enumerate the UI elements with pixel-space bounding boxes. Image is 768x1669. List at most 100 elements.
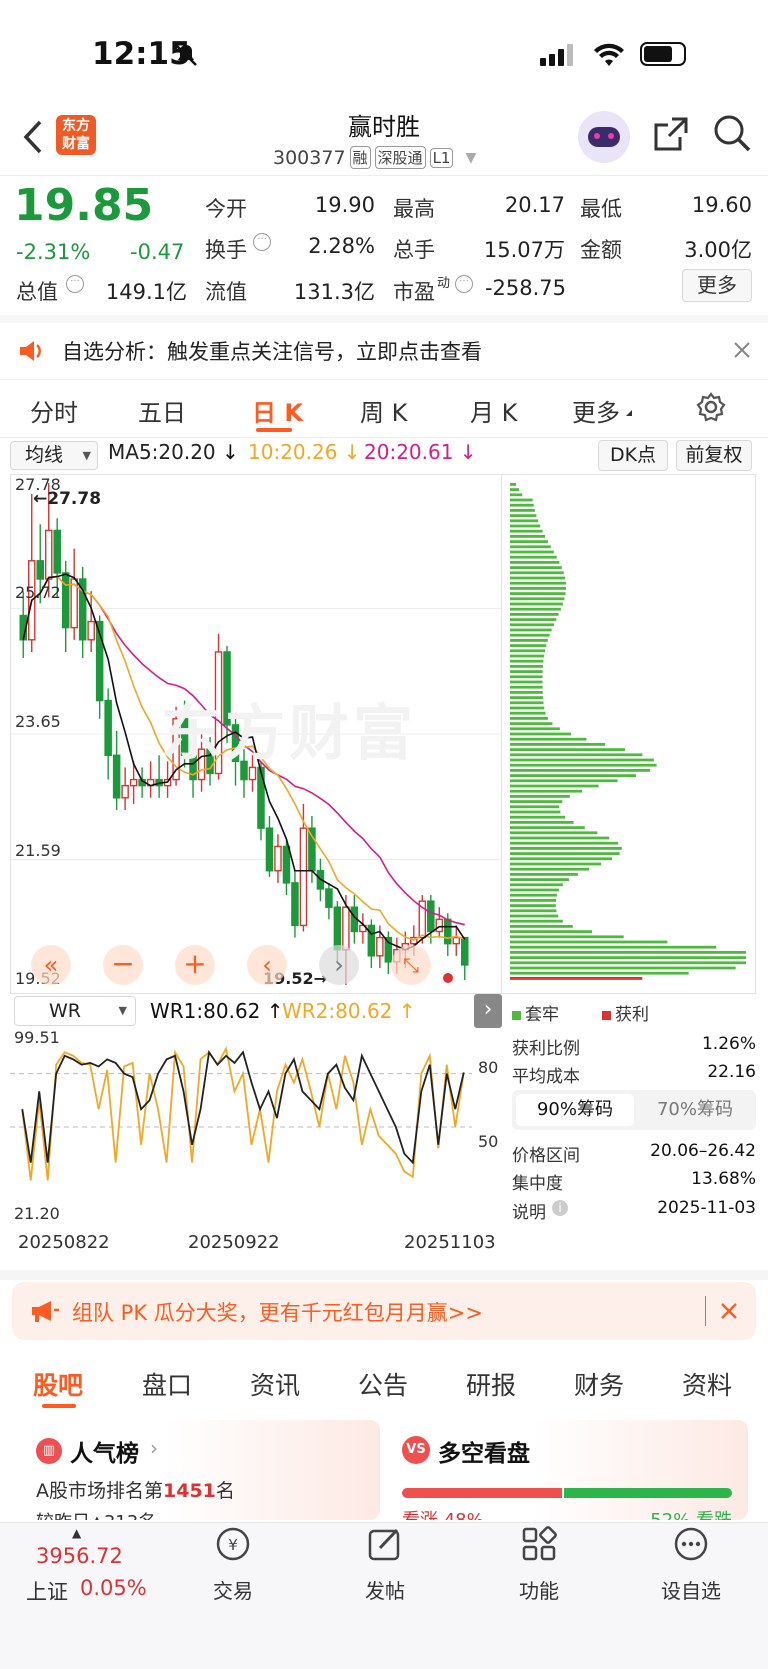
more-button[interactable]: 更多: [682, 269, 752, 302]
zoom-in-icon[interactable]: +: [175, 945, 215, 985]
tab-daily-k[interactable]: 日 K: [252, 393, 303, 428]
index-value[interactable]: 3956.72: [36, 1544, 123, 1568]
chip-bar: [510, 566, 562, 569]
wr-chart[interactable]: 99.51 21.20 80 50: [10, 1028, 502, 1228]
ma5-value: MA5:20.20 ↓: [108, 440, 239, 464]
float-label: 流值: [205, 280, 247, 304]
candle-body: [257, 766, 265, 829]
chip-bar: [510, 956, 746, 959]
add-watchlist-button[interactable]: 设自选: [636, 1524, 746, 1604]
candle-body: [112, 754, 121, 799]
chip-bar: [510, 977, 643, 980]
search-icon[interactable]: [712, 113, 752, 153]
chip-bar: [510, 597, 565, 601]
chevron-down-icon: ▼: [118, 1004, 127, 1017]
tab-chip-90[interactable]: 90%筹码: [516, 1094, 634, 1126]
pe-value: -258.75: [484, 276, 566, 300]
tab-profile[interactable]: 资料: [682, 1366, 732, 1402]
scroll-right-icon[interactable]: ›: [319, 945, 359, 985]
pe-label: 市盈: [393, 280, 435, 304]
index-change: 0.05%: [80, 1576, 147, 1600]
stock-code-row[interactable]: 300377 融 深股通 L1 ▼: [273, 146, 476, 169]
kline-chart[interactable]: 东方财富 27.78 ←27.78 25.72 23.65 21.59 19.5…: [10, 474, 502, 994]
candle-body: [53, 529, 61, 574]
tab-chip-70[interactable]: 70%筹码: [636, 1094, 754, 1126]
tab-research[interactable]: 研报: [466, 1366, 516, 1402]
header: 东方 财富 赢时胜 300377 融 深股通 L1 ▼: [0, 105, 768, 175]
info-icon[interactable]: i: [552, 1200, 568, 1216]
trade-button[interactable]: ¥ 交易: [178, 1524, 288, 1604]
expand-icon[interactable]: ⤡: [391, 945, 431, 985]
signal-icon: [540, 44, 573, 66]
amount-value: 3.00亿: [684, 238, 752, 262]
change-percent: -2.31%: [16, 240, 91, 264]
tab-more[interactable]: 更多: [572, 393, 620, 428]
compose-icon: [368, 1528, 400, 1561]
post-button[interactable]: 发帖: [330, 1524, 440, 1604]
chip-bars-svg: [510, 483, 746, 980]
chip-bar: [510, 743, 606, 746]
stock-code: 300377: [273, 146, 346, 169]
chip-bar: [510, 659, 544, 663]
bull-bear-title: 多空看盘: [438, 1441, 530, 1467]
notice-bar[interactable]: 自选分析：触发重点关注信号，立即点击查看: [0, 323, 768, 379]
collapse-panel-icon[interactable]: ›: [474, 994, 502, 1028]
close-icon[interactable]: [720, 1302, 738, 1320]
adjust-button[interactable]: 前复权: [676, 440, 752, 471]
scroll-left-fast-icon[interactable]: «: [31, 945, 71, 985]
high-value: 20.17: [504, 193, 565, 217]
chip-bar: [510, 685, 543, 689]
share-icon[interactable]: [652, 115, 690, 153]
pe-superscript: 动: [437, 276, 451, 291]
tab-intraday[interactable]: 分时: [30, 393, 78, 428]
chip-bar: [510, 867, 590, 871]
watermark: 东方财富: [161, 699, 417, 769]
chip-bar: [510, 675, 543, 679]
volume-label: 总手: [393, 238, 435, 262]
robot-avatar-icon[interactable]: [578, 111, 630, 163]
info-icon[interactable]: ···: [253, 233, 271, 251]
functions-button[interactable]: 功能: [484, 1524, 594, 1604]
chip-bar: [510, 732, 572, 736]
date-start: 20250822: [18, 1232, 110, 1253]
dropdown-icon: ▼: [465, 149, 477, 166]
tab-weekly-k[interactable]: 周 K: [360, 393, 407, 428]
promo-text: 组队 PK 瓜分大奖，更有千元红包月月赢>>: [72, 1301, 483, 1325]
chip-bar: [510, 815, 566, 819]
candle-body: [265, 827, 274, 872]
candle-body: [427, 900, 435, 933]
bull-bear-card[interactable]: VS 多空看盘 看涨 48% 52% 看跌: [388, 1420, 748, 1520]
wr1-line: [21, 1049, 465, 1165]
legend-trapped: 套牢: [512, 1000, 559, 1025]
tab-five-day[interactable]: 五日: [138, 393, 186, 428]
chip-bar: [510, 878, 570, 881]
wr-level-50: 50: [478, 1132, 499, 1151]
current-price: 19.85: [14, 180, 154, 231]
info-icon[interactable]: ···: [455, 275, 473, 293]
close-icon[interactable]: [733, 341, 751, 359]
change-amount: -0.47: [130, 240, 185, 264]
open-value: 19.90: [314, 193, 375, 217]
settings-icon[interactable]: [696, 392, 726, 422]
tab-announcements[interactable]: 公告: [358, 1366, 408, 1402]
tab-finance[interactable]: 财务: [574, 1366, 624, 1402]
info-icon[interactable]: ···: [66, 275, 84, 293]
tab-orderbook[interactable]: 盘口: [142, 1366, 192, 1402]
chip-bar: [510, 945, 717, 949]
indicator-select[interactable]: WR ▼: [14, 996, 136, 1026]
scroll-left-icon[interactable]: ‹: [247, 945, 287, 985]
chip-bar: [510, 519, 539, 523]
tab-forum[interactable]: 股吧: [33, 1366, 83, 1402]
promo-banner[interactable]: 组队 PK 瓜分大奖，更有千元红包月月赢>>: [12, 1282, 756, 1340]
chip-bar: [510, 961, 746, 965]
trade-label: 交易: [213, 1579, 253, 1603]
chip-bar: [510, 654, 545, 658]
popularity-card[interactable]: ▥ 人气榜 › A股市场排名第1451名 较昨日▲313名: [20, 1420, 380, 1520]
dk-point-button[interactable]: DK点: [598, 440, 668, 471]
zoom-out-icon[interactable]: −: [103, 945, 143, 985]
tab-monthly-k[interactable]: 月 K: [470, 393, 517, 428]
ma-type-select[interactable]: 均线 ▼: [10, 441, 98, 470]
tab-news[interactable]: 资讯: [250, 1366, 300, 1402]
max-marker: ←27.78: [33, 489, 102, 509]
candle-body: [299, 827, 308, 927]
